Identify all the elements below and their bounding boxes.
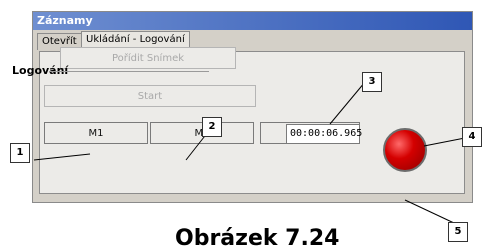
- marker-1-button[interactable]: M1: [44, 122, 148, 144]
- callout-2: 2: [202, 117, 222, 137]
- logging-timer: 00:00:06.965: [286, 124, 362, 144]
- start-logging-button[interactable]: Start: [44, 85, 256, 107]
- callout-3: 3: [362, 72, 382, 92]
- figure-caption: Obrázek 7.24: [175, 226, 340, 251]
- recording-indicator-light: [383, 128, 427, 172]
- callout-1: 1: [10, 143, 30, 163]
- callout-4: 4: [462, 127, 482, 147]
- callout-5: 5: [448, 222, 468, 242]
- record-window: Záznamy Otevřít Ukládání - Logování: [32, 11, 473, 203]
- take-snapshot-button[interactable]: Pořídit Snímek: [60, 47, 236, 69]
- window-title: Záznamy: [33, 12, 472, 30]
- logging-group-divider: [49, 71, 209, 72]
